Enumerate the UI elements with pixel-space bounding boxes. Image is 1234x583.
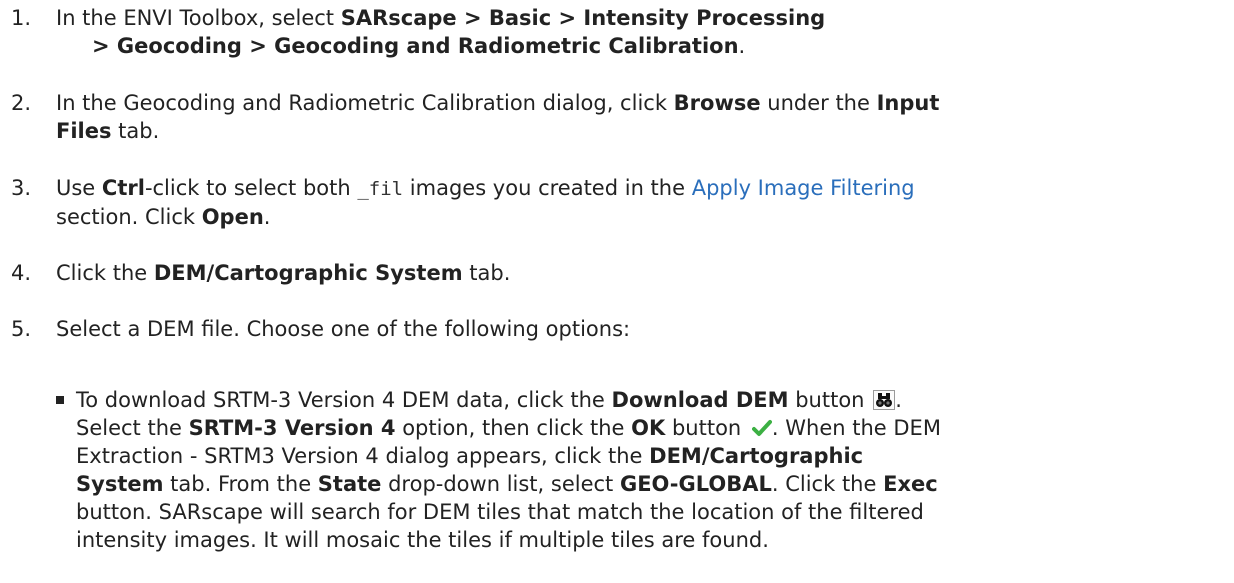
apply-image-filtering-link[interactable]: Apply Image Filtering	[692, 176, 915, 200]
code-fil: _fil	[357, 178, 404, 200]
document-page: 1. In the ENVI Toolbox, select SARscape …	[0, 0, 1234, 583]
browse-label: Browse	[673, 91, 761, 115]
step-number: 5.	[11, 317, 32, 341]
bullet-text: To download SRTM-3 Version 4 DEM data, c…	[76, 388, 941, 552]
state-label: State	[317, 472, 382, 496]
step-3-text-4: section. Click	[56, 205, 202, 229]
dem-cartographic-label: DEM/Cartographic	[649, 444, 864, 468]
menu-path-part-1: SARscape > Basic > Intensity Processing	[340, 6, 826, 30]
step-text: In the Geocoding and Radiometric Calibra…	[56, 89, 1206, 145]
step-1-period: .	[738, 34, 746, 58]
input-label: Input	[876, 91, 940, 115]
step-3-text-2: -click to select both	[144, 176, 358, 200]
step-2-text-3: tab.	[111, 119, 160, 143]
system-label: System	[76, 472, 164, 496]
download-dem-label: Download DEM	[611, 388, 789, 412]
step-text: Click the DEM/Cartographic System tab.	[56, 259, 1206, 287]
step-text: Use Ctrl-click to select both _fil image…	[56, 174, 1206, 231]
srtm-option-label: SRTM-3 Version 4	[188, 416, 396, 440]
step-text: In the ENVI Toolbox, select SARscape > B…	[56, 4, 1206, 60]
step-4-text-2: tab.	[462, 261, 511, 285]
step-3-period: .	[263, 205, 271, 229]
ok-label: OK	[631, 416, 666, 440]
step-1-text: In the ENVI Toolbox, select	[56, 6, 341, 30]
step-number: 2.	[11, 91, 32, 115]
step-number: 1.	[11, 6, 32, 30]
exec-label: Exec	[883, 472, 938, 496]
step-number: 4.	[11, 261, 32, 285]
step-5-text: Select a DEM file. Choose one of the fol…	[56, 317, 631, 341]
step-3-text: Use	[56, 176, 102, 200]
bullet-square-icon	[56, 396, 64, 404]
step-text: Select a DEM file. Choose one of the fol…	[56, 315, 1206, 343]
step-4-text: Click the	[56, 261, 154, 285]
geo-global-label: GEO-GLOBAL	[619, 472, 772, 496]
step-2-text: In the Geocoding and Radiometric Calibra…	[56, 91, 674, 115]
dem-tab-label: DEM/Cartographic System	[153, 261, 463, 285]
files-label: Files	[56, 119, 112, 143]
step-3-text-3: images you created in the	[403, 176, 692, 200]
step-number: 3.	[11, 176, 32, 200]
step-2-text-2: under the	[760, 91, 877, 115]
open-label: Open	[201, 205, 264, 229]
ctrl-label: Ctrl	[101, 176, 145, 200]
binoculars-icon	[873, 389, 896, 410]
menu-path-part-2: > Geocoding > Geocoding and Radiometric …	[92, 34, 739, 58]
check-icon	[751, 416, 772, 436]
